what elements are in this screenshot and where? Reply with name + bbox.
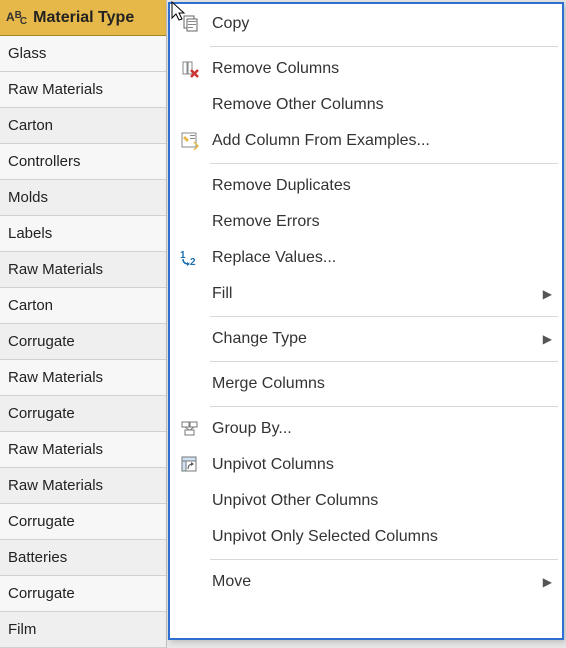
menu-item-label: Remove Duplicates bbox=[212, 177, 552, 195]
menu-item-label: Add Column From Examples... bbox=[212, 132, 552, 150]
menu-separator bbox=[210, 361, 558, 362]
menu-item-label: Change Type bbox=[212, 330, 543, 348]
menu-item-fill[interactable]: Fill▶ bbox=[170, 276, 562, 312]
unpivot-icon bbox=[176, 451, 204, 479]
table-cell[interactable]: Raw Materials bbox=[0, 468, 166, 504]
blank-icon bbox=[176, 280, 204, 308]
table-cell[interactable]: Molds bbox=[0, 180, 166, 216]
column-header[interactable]: ABC Material Type bbox=[0, 0, 166, 36]
svg-text:2: 2 bbox=[190, 257, 196, 267]
menu-item-replace-values[interactable]: 12 Replace Values... bbox=[170, 240, 562, 276]
menu-item-label: Replace Values... bbox=[212, 249, 552, 267]
table-cell[interactable]: Corrugate bbox=[0, 576, 166, 612]
table-cell[interactable]: Corrugate bbox=[0, 396, 166, 432]
menu-separator bbox=[210, 46, 558, 47]
submenu-arrow-icon: ▶ bbox=[543, 575, 552, 589]
data-column: ABC Material Type GlassRaw MaterialsCart… bbox=[0, 0, 167, 648]
blank-icon bbox=[176, 208, 204, 236]
table-cell[interactable]: Film bbox=[0, 612, 166, 648]
menu-separator bbox=[210, 316, 558, 317]
menu-item-label: Remove Other Columns bbox=[212, 96, 552, 114]
table-cell[interactable]: Batteries bbox=[0, 540, 166, 576]
menu-separator bbox=[210, 406, 558, 407]
menu-item-label: Group By... bbox=[212, 420, 552, 438]
menu-separator bbox=[210, 559, 558, 560]
menu-item-label: Merge Columns bbox=[212, 375, 552, 393]
menu-item-move[interactable]: Move▶ bbox=[170, 564, 562, 600]
text-type-icon: ABC bbox=[6, 11, 29, 24]
menu-item-label: Move bbox=[212, 573, 543, 591]
submenu-arrow-icon: ▶ bbox=[543, 287, 552, 301]
table-cell[interactable]: Carton bbox=[0, 288, 166, 324]
table-cell[interactable]: Corrugate bbox=[0, 324, 166, 360]
table-cell[interactable]: Raw Materials bbox=[0, 252, 166, 288]
remove-columns-icon bbox=[176, 55, 204, 83]
menu-separator bbox=[210, 163, 558, 164]
submenu-arrow-icon: ▶ bbox=[543, 332, 552, 346]
menu-item-remove-other-columns[interactable]: Remove Other Columns bbox=[170, 87, 562, 123]
menu-item-unpivot-other-columns[interactable]: Unpivot Other Columns bbox=[170, 483, 562, 519]
blank-icon bbox=[176, 487, 204, 515]
table-cell[interactable]: Controllers bbox=[0, 144, 166, 180]
table-cell[interactable]: Raw Materials bbox=[0, 360, 166, 396]
menu-item-remove-columns[interactable]: Remove Columns bbox=[170, 51, 562, 87]
menu-item-add-column-from-examples[interactable]: Add Column From Examples... bbox=[170, 123, 562, 159]
column-title: Material Type bbox=[33, 9, 134, 27]
table-cell[interactable]: Carton bbox=[0, 108, 166, 144]
menu-item-label: Unpivot Columns bbox=[212, 456, 552, 474]
menu-item-group-by[interactable]: Group By... bbox=[170, 411, 562, 447]
blank-icon bbox=[176, 172, 204, 200]
table-cell[interactable]: Corrugate bbox=[0, 504, 166, 540]
replace-values-icon: 12 bbox=[176, 244, 204, 272]
blank-icon bbox=[176, 325, 204, 353]
context-menu: Copy Remove Columns Remove Other Columns Ad… bbox=[168, 2, 564, 640]
add-column-icon bbox=[176, 127, 204, 155]
menu-item-change-type[interactable]: Change Type▶ bbox=[170, 321, 562, 357]
table-cell[interactable]: Glass bbox=[0, 36, 166, 72]
menu-item-label: Copy bbox=[212, 15, 552, 33]
menu-item-label: Remove Columns bbox=[212, 60, 552, 78]
table-cell[interactable]: Raw Materials bbox=[0, 432, 166, 468]
blank-icon bbox=[176, 370, 204, 398]
blank-icon bbox=[176, 523, 204, 551]
table-cell[interactable]: Labels bbox=[0, 216, 166, 252]
menu-item-label: Unpivot Only Selected Columns bbox=[212, 528, 552, 546]
menu-item-merge-columns[interactable]: Merge Columns bbox=[170, 366, 562, 402]
menu-item-label: Unpivot Other Columns bbox=[212, 492, 552, 510]
copy-icon bbox=[176, 10, 204, 38]
group-by-icon bbox=[176, 415, 204, 443]
menu-item-remove-errors[interactable]: Remove Errors bbox=[170, 204, 562, 240]
menu-item-label: Remove Errors bbox=[212, 213, 552, 231]
table-cell[interactable]: Raw Materials bbox=[0, 72, 166, 108]
menu-item-remove-duplicates[interactable]: Remove Duplicates bbox=[170, 168, 562, 204]
blank-icon bbox=[176, 91, 204, 119]
blank-icon bbox=[176, 568, 204, 596]
menu-item-unpivot-only-selected-columns[interactable]: Unpivot Only Selected Columns bbox=[170, 519, 562, 555]
menu-item-unpivot-columns[interactable]: Unpivot Columns bbox=[170, 447, 562, 483]
menu-item-label: Fill bbox=[212, 285, 543, 303]
menu-item-copy[interactable]: Copy bbox=[170, 6, 562, 42]
